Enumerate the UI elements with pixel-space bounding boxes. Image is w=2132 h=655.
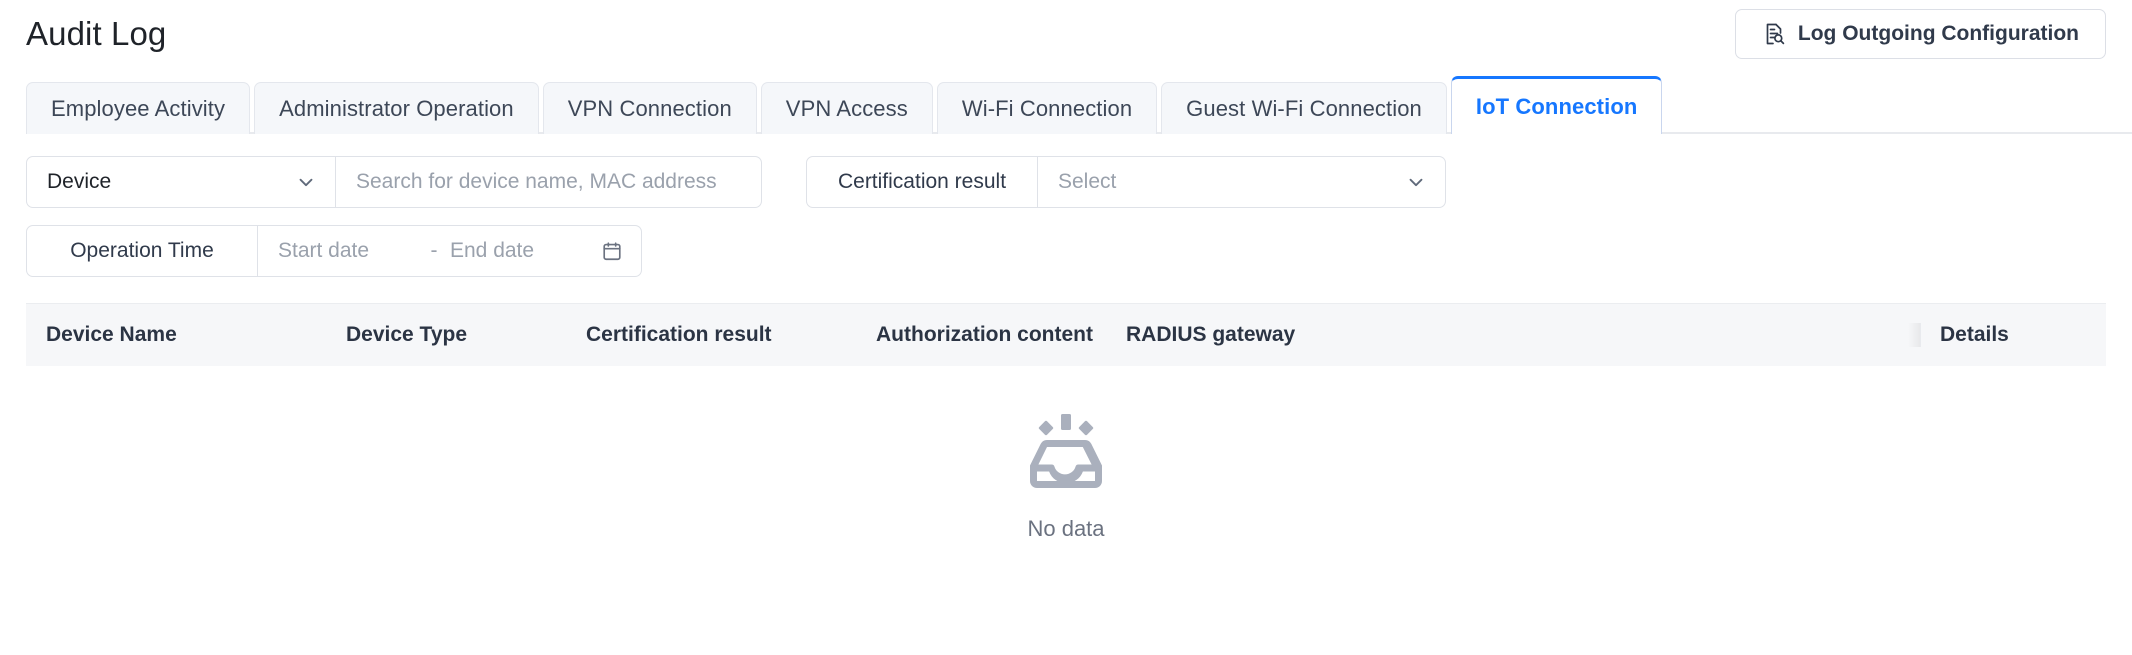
tab-administrator-operation[interactable]: Administrator Operation: [254, 82, 539, 134]
operation-time-filter-group: Operation Time Start date - End date: [26, 225, 642, 277]
filter-panel: Device Certification result Select: [0, 134, 2132, 277]
page-header: Audit Log Log Outgoing Configuration: [0, 0, 2132, 68]
chevron-down-icon: [1405, 171, 1427, 193]
fixed-column-divider: [1920, 323, 1921, 347]
page-title: Audit Log: [26, 15, 167, 52]
device-type-select-value: Device: [47, 170, 112, 193]
device-search-field[interactable]: [336, 156, 762, 208]
tab-label: Employee Activity: [51, 95, 226, 121]
calendar-icon[interactable]: [601, 240, 623, 262]
filter-row-primary: Device Certification result Select: [26, 156, 2106, 208]
log-outgoing-configuration-label: Log Outgoing Configuration: [1797, 22, 2079, 45]
column-header-device-type: Device Type: [346, 323, 468, 346]
tab-vpn-access[interactable]: VPN Access: [760, 82, 933, 134]
table-header-row: Device Name Device Type Certification resu…: [26, 304, 2106, 366]
tab-iot-connection[interactable]: IoT Connection: [1450, 76, 1663, 134]
audit-log-page: Audit Log Log Outgoing Configuration Emp…: [0, 0, 2132, 655]
empty-state-text: No data: [1027, 516, 1105, 541]
tab-employee-activity[interactable]: Employee Activity: [26, 82, 251, 134]
certification-result-select-value: Select: [1058, 170, 1117, 193]
device-type-select[interactable]: Device: [26, 156, 336, 208]
certification-filter-group: Certification result Select: [806, 156, 1446, 208]
device-search-input[interactable]: [356, 170, 741, 194]
column-header-authorization-content: Authorization content: [876, 323, 1093, 346]
column-header-radius-gateway: RADIUS gateway: [1126, 323, 1296, 346]
log-outgoing-configuration-button[interactable]: Log Outgoing Configuration: [1734, 9, 2106, 59]
daterange-separator: -: [430, 239, 438, 262]
tab-label: Guest Wi-Fi Connection: [1186, 95, 1422, 121]
operation-time-label: Operation Time: [26, 225, 258, 277]
end-date-input[interactable]: End date: [450, 239, 590, 263]
tab-guest-wi-fi-connection[interactable]: Guest Wi-Fi Connection: [1161, 82, 1447, 134]
start-date-input[interactable]: Start date: [278, 239, 418, 263]
document-search-icon: [1762, 22, 1786, 46]
device-filter-group: Device: [26, 156, 762, 208]
certification-result-label: Certification result: [806, 156, 1038, 208]
empty-inbox-icon: [1023, 414, 1109, 490]
tab-label: IoT Connection: [1475, 93, 1638, 119]
filter-row-secondary: Operation Time Start date - End date: [26, 225, 2106, 277]
tab-strip: Employee Activity Administrator Operation…: [0, 72, 2132, 134]
audit-log-table: Device Name Device Type Certification resu…: [26, 303, 2106, 655]
operation-time-daterange-picker[interactable]: Start date - End date: [258, 225, 642, 277]
column-header-device-name: Device Name: [46, 323, 177, 346]
certification-result-select[interactable]: Select: [1038, 156, 1446, 208]
tab-wi-fi-connection[interactable]: Wi-Fi Connection: [936, 82, 1158, 134]
column-header-certification-result: Certification result: [586, 323, 772, 346]
tab-label: Wi-Fi Connection: [961, 95, 1133, 121]
tab-label: VPN Access: [785, 95, 908, 121]
empty-state: No data: [1023, 414, 1109, 542]
table-body: No data: [26, 366, 2106, 655]
column-header-details-label: Details: [1940, 323, 2009, 346]
column-header-details: Details: [1908, 323, 2106, 347]
tab-vpn-connection[interactable]: VPN Connection: [542, 82, 757, 134]
tab-label: VPN Connection: [567, 95, 732, 121]
chevron-down-icon: [295, 171, 317, 193]
tab-list: Employee Activity Administrator Operation…: [26, 72, 2106, 134]
tab-label: Administrator Operation: [279, 95, 514, 121]
